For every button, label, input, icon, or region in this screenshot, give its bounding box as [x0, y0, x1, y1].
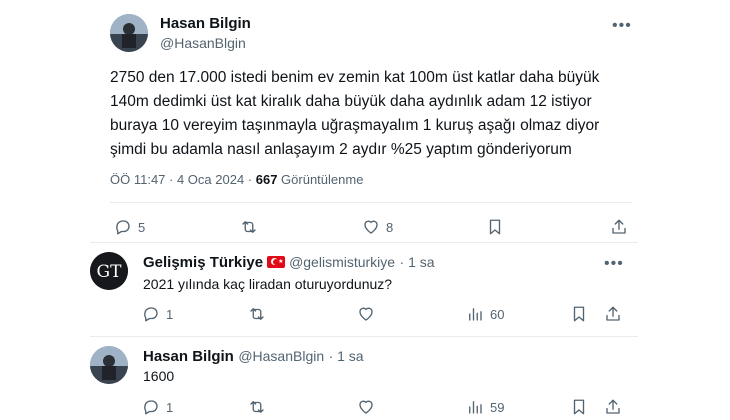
reply-header: Gelişmiş Türkiye ★ @gelismisturkiye · 1 sa: [143, 254, 435, 272]
reply-author-name[interactable]: Hasan Bilgin: [143, 348, 234, 365]
reply-icon: [116, 220, 130, 235]
reply-time[interactable]: · 1 sa: [329, 348, 364, 364]
reply-author-handle[interactable]: @HasanBlgin: [238, 348, 324, 364]
views-button[interactable]: 60: [466, 305, 504, 323]
bookmark-button[interactable]: [570, 398, 588, 416]
author-avatar[interactable]: [110, 14, 148, 52]
turkey-flag-icon: ★: [267, 256, 286, 268]
reply-text: 2021 yılında kaç liradan oturuyordunuz?: [143, 276, 393, 292]
tweet-text-line: 140m dedimki üst kat kiralık daha büyük …: [110, 93, 592, 110]
retweet-button[interactable]: [248, 398, 266, 416]
bookmark-icon: [573, 306, 585, 322]
tweet-text-line: şimdi bu adamla nasıl anlaşayım 2 aydır …: [110, 141, 572, 158]
reply-button[interactable]: 5: [114, 218, 145, 236]
reply-text: 1600: [143, 368, 175, 384]
svg-text:GT: GT: [97, 262, 123, 282]
views-count: 60: [490, 306, 505, 322]
divider: [110, 202, 632, 203]
bookmark-button[interactable]: [570, 305, 588, 323]
reply-author-handle[interactable]: @gelismisturkiye: [289, 254, 395, 270]
heart-icon: [359, 400, 373, 414]
like-button[interactable]: [357, 398, 375, 416]
share-button[interactable]: [604, 305, 622, 323]
reply-avatar[interactable]: [90, 346, 128, 384]
more-icon[interactable]: •••: [612, 18, 632, 34]
reply-avatar[interactable]: GT: [90, 252, 128, 290]
share-button[interactable]: [610, 218, 628, 236]
author-name[interactable]: Hasan Bilgin: [160, 15, 251, 32]
tweet-meta: ÖÖ 11:47 · 4 Oca 2024 · 667 Görüntülenme: [110, 172, 363, 187]
reply-author-name[interactable]: Gelişmiş Türkiye: [143, 254, 263, 271]
retweet-icon: [250, 401, 264, 413]
views-icon: [469, 308, 482, 321]
tweet-text: 2750 den 17.000 istedi benim ev zemin ka…: [110, 66, 630, 162]
views-count: 59: [490, 399, 505, 415]
view-count: 667: [255, 172, 278, 187]
like-button[interactable]: 8: [362, 218, 393, 236]
share-icon: [612, 219, 626, 234]
more-icon[interactable]: •••: [604, 256, 624, 272]
retweet-icon: [242, 221, 256, 233]
retweet-icon: [250, 308, 264, 320]
divider: [90, 242, 638, 243]
bookmark-button[interactable]: [486, 218, 504, 236]
share-icon: [606, 306, 620, 321]
reply-header: Hasan Bilgin @HasanBlgin · 1 sa: [143, 348, 364, 366]
bookmark-icon: [573, 399, 585, 415]
heart-icon: [364, 220, 378, 234]
like-button[interactable]: [357, 305, 375, 323]
reply-icon: [144, 400, 158, 415]
views-label: Görüntülenme: [277, 172, 364, 187]
author-handle[interactable]: @HasanBlgin: [160, 35, 246, 51]
tweet-timestamp[interactable]: ÖÖ 11:47 · 4 Oca 2024 ·: [110, 172, 256, 187]
reply-count: 1: [166, 306, 174, 322]
heart-icon: [359, 307, 373, 321]
reply-button[interactable]: 1: [142, 305, 173, 323]
reply-time[interactable]: · 1 sa: [400, 254, 435, 270]
reply-icon: [144, 307, 158, 322]
tweet-text-line: buraya 10 vereyim taşınmayla uğraşmayalı…: [110, 117, 600, 134]
reply-count: 1: [166, 399, 174, 415]
divider: [90, 336, 638, 337]
share-icon: [606, 399, 620, 414]
reply-button[interactable]: 1: [142, 398, 173, 416]
views-button[interactable]: 59: [466, 398, 504, 416]
bookmark-icon: [489, 219, 501, 235]
tweet-text-line: 2750 den 17.000 istedi benim ev zemin ka…: [110, 69, 600, 86]
retweet-button[interactable]: [240, 218, 264, 236]
retweet-button[interactable]: [248, 305, 266, 323]
reply-count: 5: [138, 219, 146, 235]
views-icon: [469, 401, 482, 414]
share-button[interactable]: [604, 398, 622, 416]
like-count: 8: [386, 219, 394, 235]
